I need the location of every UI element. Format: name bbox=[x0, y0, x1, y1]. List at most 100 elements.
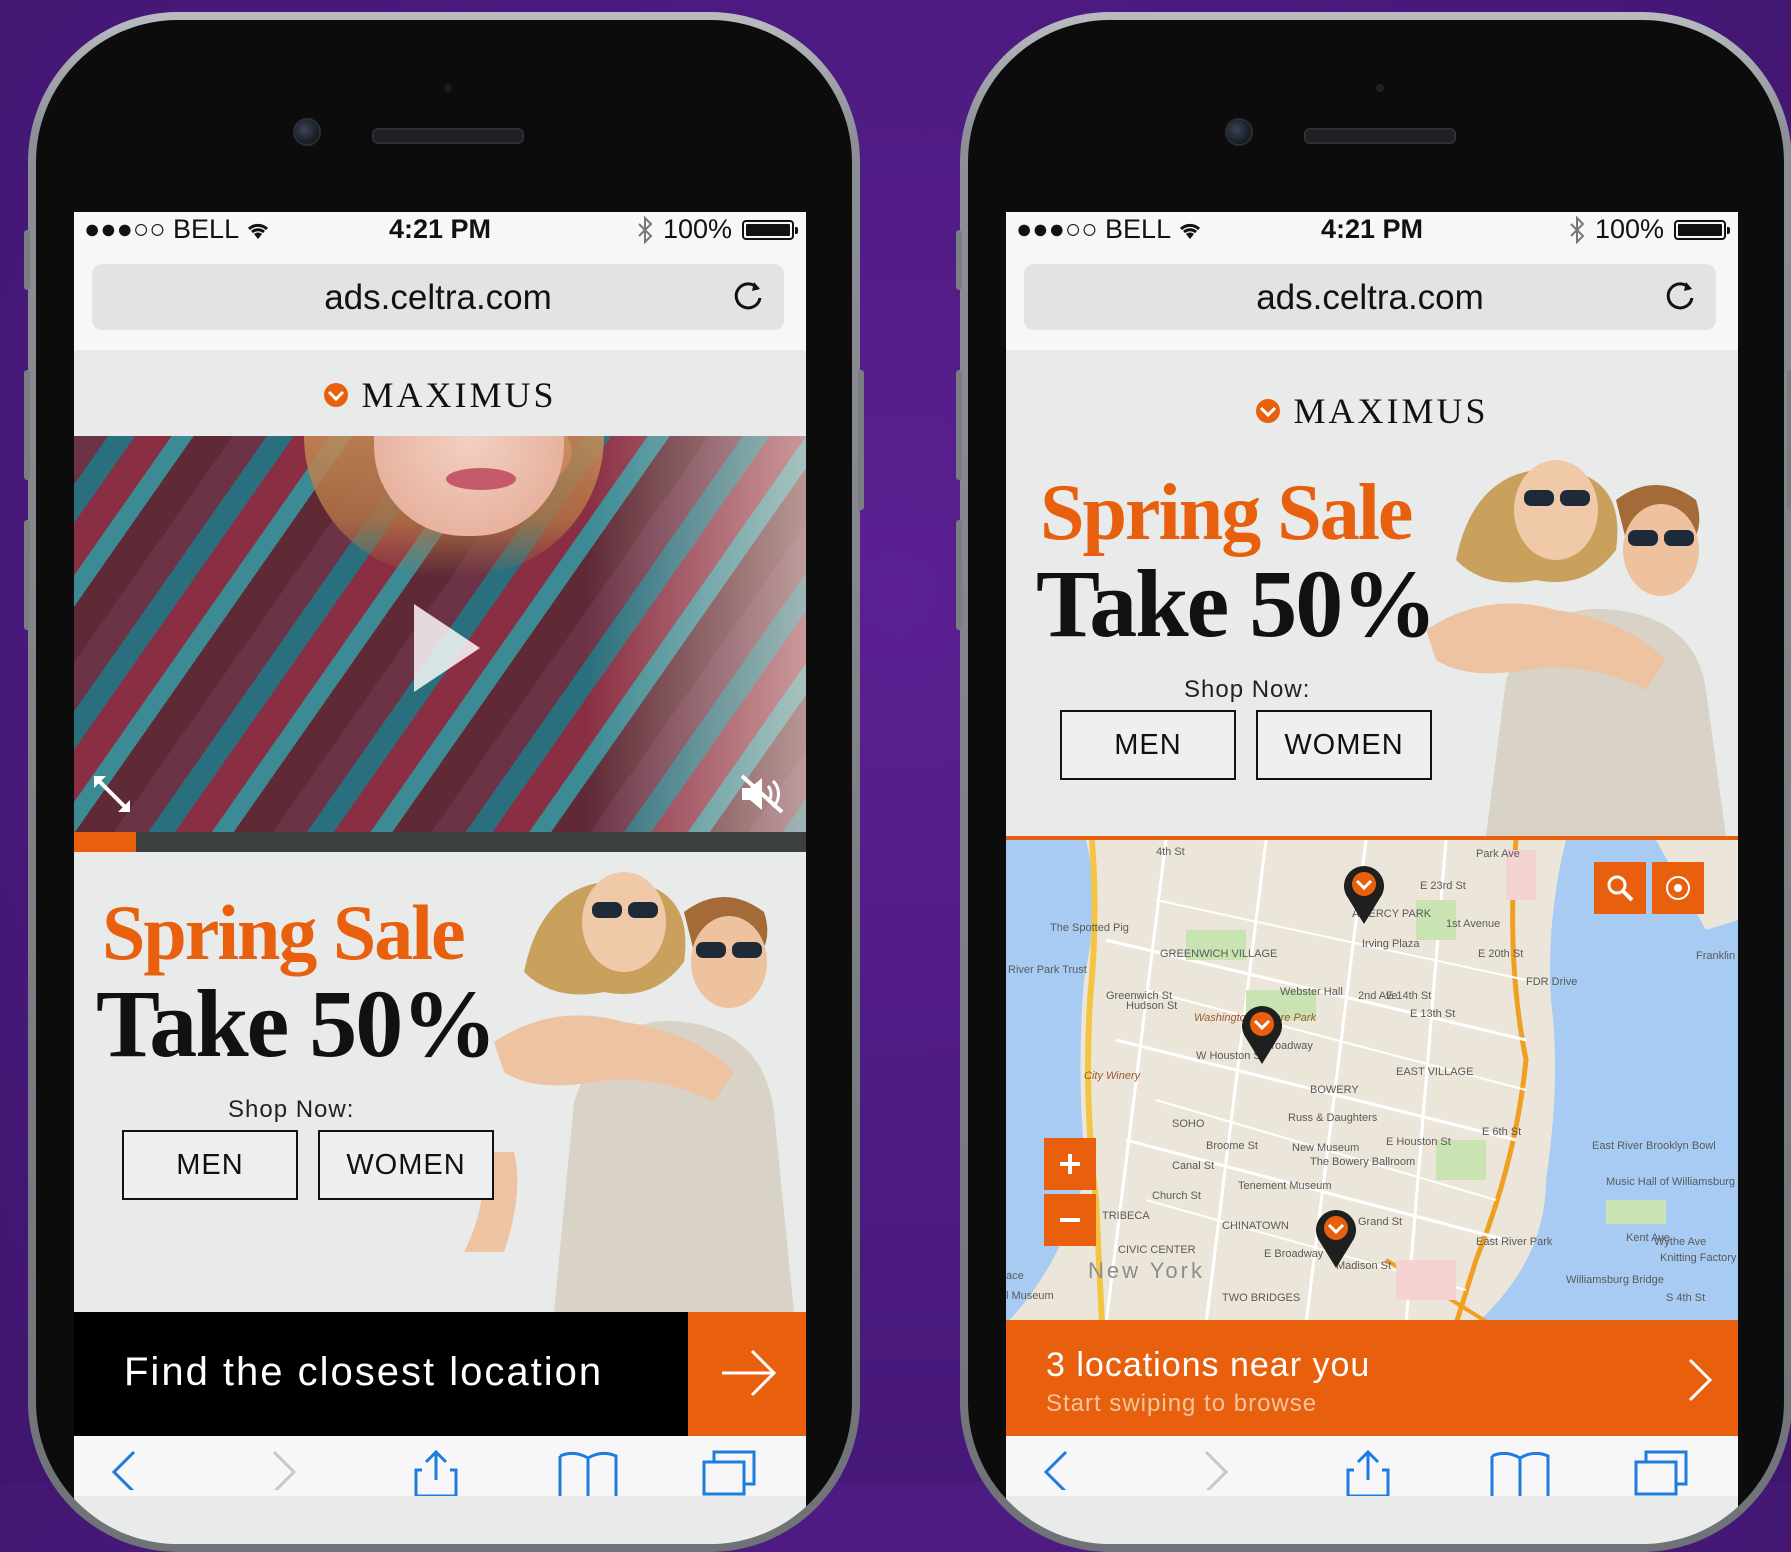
map-label: Grand St bbox=[1358, 1216, 1403, 1228]
tabs-icon[interactable] bbox=[1634, 1450, 1690, 1496]
map-label: FDR Drive bbox=[1526, 976, 1578, 988]
front-camera bbox=[293, 118, 321, 146]
promo-banner[interactable]: MAXIMUS Spring Sale Take 50% Shop Now: M… bbox=[1006, 350, 1738, 836]
status-bar: ●●●○○ BELL 4:21 PM 100% bbox=[74, 212, 806, 250]
map-locate-button[interactable] bbox=[1652, 862, 1704, 914]
share-icon[interactable] bbox=[414, 1450, 458, 1496]
url-text: ads.celtra.com bbox=[324, 278, 552, 317]
location-pin-icon[interactable] bbox=[1312, 1206, 1360, 1270]
map-label: 2nd Ave bbox=[1358, 990, 1398, 1002]
ad-unit-video: MAXIMUS Spring Sale Take 50% Shop Now: M… bbox=[74, 350, 806, 1544]
phone-left-body: ●●●○○ BELL 4:21 PM 100% ads.celtra.com M… bbox=[36, 20, 852, 1544]
shop-now-label: Shop Now: bbox=[228, 1096, 355, 1123]
address-bar[interactable]: ads.celtra.com bbox=[1024, 264, 1716, 330]
couple-photo bbox=[464, 872, 794, 1312]
map-label: Knitting Factory bbox=[1660, 1252, 1737, 1264]
tabs-icon[interactable] bbox=[702, 1450, 758, 1496]
bluetooth-icon bbox=[638, 215, 653, 244]
fullscreen-icon[interactable] bbox=[90, 772, 134, 816]
men-button[interactable]: MEN bbox=[122, 1130, 298, 1200]
map-label: CHINATOWN bbox=[1222, 1220, 1289, 1232]
brand-name: MAXIMUS bbox=[1293, 391, 1489, 431]
maximus-logo-icon bbox=[324, 383, 349, 407]
headline-spring-sale: Spring Sale bbox=[102, 889, 466, 976]
map-label: E 13th St bbox=[1410, 1008, 1456, 1020]
store-locator-map[interactable]: 4th St Park Ave The Spotted Pig GREENWIC… bbox=[1006, 836, 1738, 1324]
map-label: Broome St bbox=[1206, 1140, 1258, 1152]
mute-icon[interactable] bbox=[738, 772, 786, 816]
earpiece-speaker bbox=[372, 128, 524, 144]
map-label: New York bbox=[1088, 1258, 1205, 1283]
location-pin-icon[interactable] bbox=[1238, 1002, 1286, 1066]
search-icon bbox=[1607, 875, 1634, 902]
map-label: Brooklyn Bowl bbox=[1646, 1140, 1716, 1152]
battery-icon bbox=[742, 219, 798, 240]
zoom-out-button[interactable] bbox=[1044, 1194, 1096, 1246]
forward-icon[interactable] bbox=[270, 1450, 300, 1490]
arrow-right-icon bbox=[722, 1349, 777, 1397]
screen-right: ●●●○○ BELL 4:21 PM 100% ads.celtra.com M… bbox=[1006, 212, 1738, 1544]
power-button bbox=[858, 370, 864, 510]
brand-name: MAXIMUS bbox=[361, 375, 557, 415]
volume-up-button bbox=[956, 370, 962, 480]
promo-banner[interactable]: Spring Sale Take 50% Shop Now: MEN WOMEN bbox=[74, 852, 806, 1312]
map-label: New Museum bbox=[1292, 1142, 1360, 1154]
map-label: l Museum bbox=[1006, 1290, 1054, 1302]
map-label: Russ & Daughters bbox=[1288, 1112, 1378, 1124]
reload-icon[interactable] bbox=[1660, 276, 1700, 316]
map-label: The Bowery Ballroom bbox=[1310, 1156, 1416, 1168]
brand-logo: MAXIMUS bbox=[1006, 390, 1738, 432]
video-progress-bar[interactable] bbox=[74, 832, 806, 852]
locations-count: 3 locations near you bbox=[1046, 1346, 1371, 1384]
map-label: Music Hall of Williamsburg bbox=[1606, 1176, 1735, 1188]
map-label: BOWERY bbox=[1310, 1084, 1359, 1096]
women-button[interactable]: WOMEN bbox=[318, 1130, 494, 1200]
map-label: East River bbox=[1592, 1140, 1643, 1152]
map-label: East River Park bbox=[1476, 1236, 1553, 1248]
map-label: Canal St bbox=[1172, 1160, 1215, 1172]
map-label: Williamsburg Bridge bbox=[1566, 1274, 1664, 1286]
map-label: E 23rd St bbox=[1420, 880, 1466, 892]
video-player[interactable] bbox=[74, 436, 806, 832]
browser-toolbar bbox=[74, 1436, 806, 1496]
volume-down-button bbox=[24, 520, 30, 630]
location-pin-icon[interactable] bbox=[1340, 862, 1388, 926]
back-icon[interactable] bbox=[108, 1450, 138, 1490]
share-icon[interactable] bbox=[1346, 1450, 1390, 1496]
map-label: E Houston St bbox=[1386, 1136, 1451, 1148]
map-label: TWO BRIDGES bbox=[1222, 1292, 1301, 1304]
cta-arrow[interactable] bbox=[688, 1312, 806, 1436]
proximity-sensor bbox=[444, 84, 452, 92]
play-icon[interactable] bbox=[410, 600, 484, 696]
earpiece-speaker bbox=[1304, 128, 1456, 144]
map-label: River Park Trust bbox=[1008, 964, 1087, 976]
status-bar: ●●●○○ BELL 4:21 PM 100% bbox=[1006, 212, 1738, 250]
shop-now-label: Shop Now: bbox=[1184, 676, 1311, 703]
map-label: Park Ave bbox=[1476, 848, 1520, 860]
bookmarks-icon[interactable] bbox=[558, 1450, 618, 1496]
chevron-right-icon[interactable] bbox=[1688, 1358, 1712, 1402]
zoom-in-button[interactable] bbox=[1044, 1138, 1096, 1190]
find-location-button[interactable]: Find the closest location bbox=[74, 1312, 806, 1436]
swipe-hint: Start swiping to browse bbox=[1046, 1390, 1318, 1417]
battery-icon bbox=[1674, 219, 1730, 240]
power-button bbox=[1787, 370, 1791, 510]
bluetooth-icon bbox=[1570, 215, 1585, 244]
reload-icon[interactable] bbox=[728, 276, 768, 316]
locations-carousel-bar[interactable]: 3 locations near you Start swiping to br… bbox=[1006, 1320, 1738, 1436]
address-bar[interactable]: ads.celtra.com bbox=[92, 264, 784, 330]
browser-toolbar bbox=[1006, 1436, 1738, 1496]
men-button[interactable]: MEN bbox=[1060, 710, 1236, 780]
maximus-logo-icon bbox=[1256, 399, 1281, 423]
bookmarks-icon[interactable] bbox=[1490, 1450, 1550, 1496]
map-label: CIVIC CENTER bbox=[1118, 1244, 1196, 1256]
forward-icon[interactable] bbox=[1202, 1450, 1232, 1490]
map-search-button[interactable] bbox=[1594, 862, 1646, 914]
back-icon[interactable] bbox=[1040, 1450, 1070, 1490]
map-label: 4th St bbox=[1156, 846, 1185, 858]
phone-left: ●●●○○ BELL 4:21 PM 100% ads.celtra.com M… bbox=[28, 12, 860, 1552]
video-progress-fill bbox=[74, 832, 137, 852]
map-label: 1st Avenue bbox=[1446, 918, 1501, 930]
proximity-sensor bbox=[1376, 84, 1384, 92]
women-button[interactable]: WOMEN bbox=[1256, 710, 1432, 780]
